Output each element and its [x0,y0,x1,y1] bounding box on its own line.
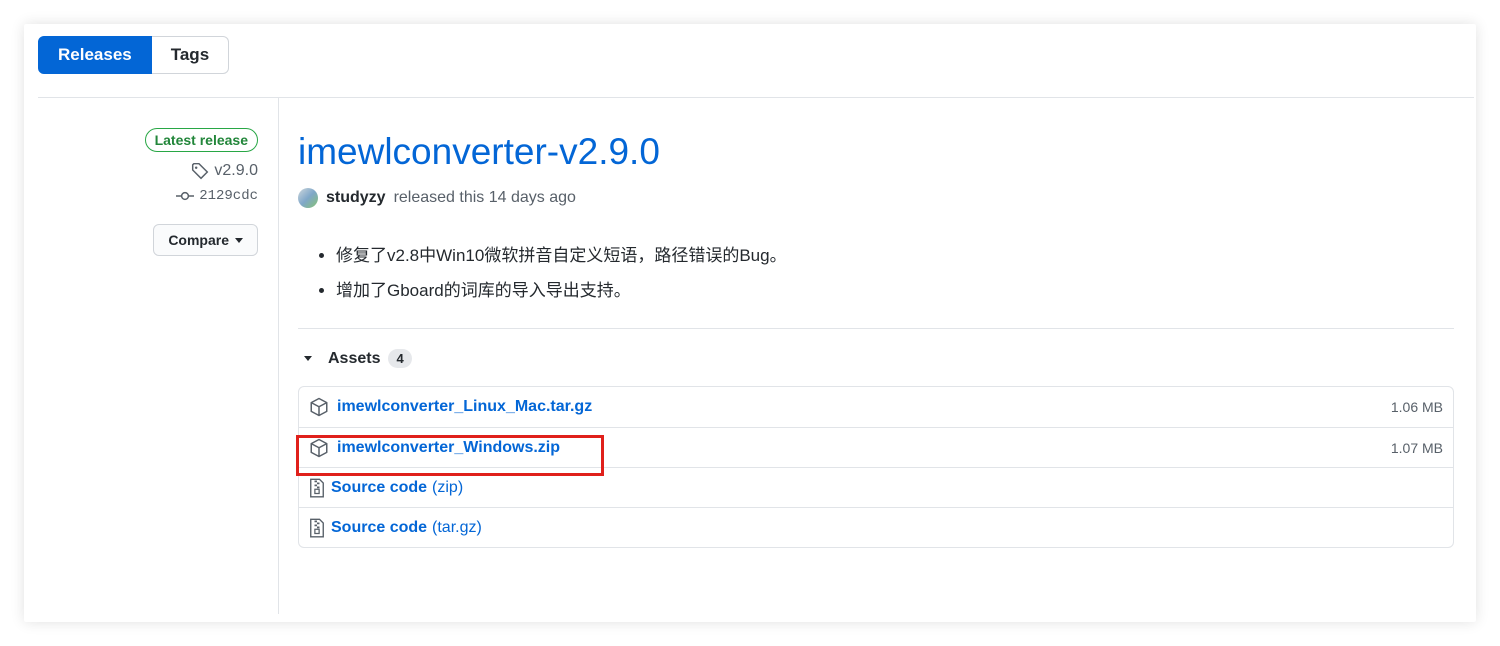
author-link[interactable]: studyzy [326,189,386,207]
commit-icon [176,189,195,203]
asset-link[interactable]: imewlconverter_Linux_Mac.tar.gz [337,398,592,416]
package-icon [309,438,329,458]
tab-releases[interactable]: Releases [38,36,152,74]
asset-link-label: Source code [331,478,428,496]
subnav: Releases Tags [38,36,230,74]
assets-heading: Assets [328,349,381,367]
triangle-down-icon [304,356,312,362]
asset-row-source-targz[interactable]: Source code (tar.gz) [299,507,1453,547]
list-item: 修复了v2.8中Win10微软拼音自定义短语，路径错误的Bug。 [336,238,1454,273]
file-zip-icon [309,478,325,498]
chevron-down-icon [235,237,243,243]
asset-link[interactable]: imewlconverter_Windows.zip [337,439,560,457]
assets-toggle[interactable]: Assets 4 [298,349,1454,369]
asset-row-linux-mac[interactable]: imewlconverter_Linux_Mac.tar.gz 1.06 MB [299,387,1453,427]
tag-label: v2.9.0 [214,162,258,179]
asset-link-label: Source code [331,518,428,536]
release-byline: studyzy released this 14 days ago [298,188,1454,209]
header-divider [38,97,1474,98]
asset-link[interactable]: Source code (tar.gz) [331,519,482,537]
assets-divider [298,328,1454,330]
compare-label: Compare [168,232,229,248]
release-title[interactable]: imewlconverter-v2.9.0 [298,130,1454,174]
asset-size: 1.06 MB [1390,399,1443,416]
released-text: released this 14 days ago [393,189,576,207]
releases-panel: Releases Tags Latest release v2.9.0 2129… [24,24,1476,622]
commit-hash: 2129cdc [199,188,258,204]
tab-tags[interactable]: Tags [151,36,230,74]
release-body: imewlconverter-v2.9.0 studyzy released t… [298,130,1454,549]
avatar[interactable] [298,188,318,209]
compare-button[interactable]: Compare [153,224,258,256]
asset-size: 1.07 MB [1390,439,1443,456]
sidebar-divider [278,98,279,614]
file-zip-icon [309,518,325,538]
commit-link[interactable]: 2129cdc [38,188,258,204]
asset-format: (zip) [432,478,464,496]
asset-row-source-zip[interactable]: Source code (zip) [299,467,1453,507]
package-icon [309,397,329,417]
tag-link[interactable]: v2.9.0 [38,162,258,180]
asset-list: imewlconverter_Linux_Mac.tar.gz 1.06 MB … [298,386,1454,549]
tag-icon [191,162,209,180]
release-sidebar: Latest release v2.9.0 2129cdc Compare [38,128,258,256]
latest-release-badge: Latest release [144,128,258,152]
release-notes: 修复了v2.8中Win10微软拼音自定义短语，路径错误的Bug。 增加了Gboa… [298,238,1454,308]
assets-count-badge: 4 [388,349,412,369]
asset-format: (tar.gz) [432,518,482,536]
list-item: 增加了Gboard的词库的导入导出支持。 [336,273,1454,308]
asset-link[interactable]: Source code (zip) [331,479,463,497]
asset-row-windows[interactable]: imewlconverter_Windows.zip 1.07 MB [299,427,1453,467]
